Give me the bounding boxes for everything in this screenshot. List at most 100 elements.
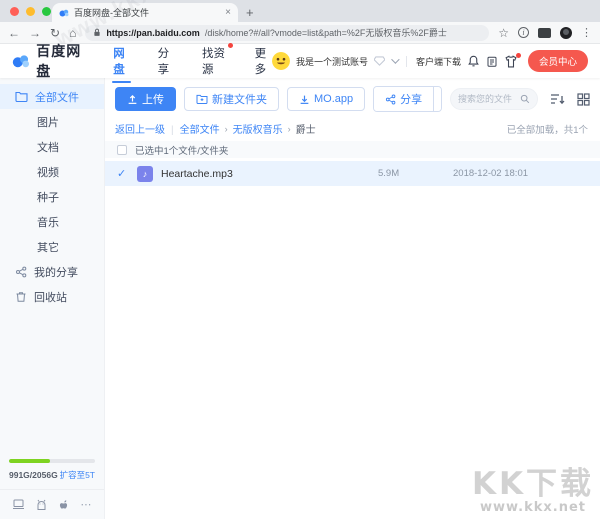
sidebar-item-label: 全部文件 (35, 89, 79, 105)
load-status: 已全部加载，共1个 (507, 122, 588, 136)
breadcrumb-current: 爵士 (296, 121, 316, 136)
nav-tab-share[interactable]: 分享 (157, 36, 175, 86)
breadcrumb-all-files[interactable]: 全部文件 (180, 121, 220, 136)
zoom-window-button[interactable] (42, 7, 51, 16)
folder-icon (15, 91, 28, 102)
storage-usage-label: 991G/2056G (9, 470, 58, 480)
sidebar-item-torrents[interactable]: 种子 (0, 184, 104, 209)
app-header: 百度网盘 网盘 分享 找资源 更多 我是一个测试账号 客户端下载 (0, 44, 600, 78)
emoji-avatar-icon (272, 52, 290, 70)
download-icon (299, 94, 310, 105)
sidebar-item-documents[interactable]: 文档 (0, 134, 104, 159)
share-button[interactable]: 分享 (374, 87, 433, 111)
notification-dot (516, 53, 521, 58)
breadcrumb-separator: › (225, 124, 228, 134)
search-icon[interactable] (520, 94, 530, 104)
forward-icon[interactable]: → (29, 27, 41, 39)
sidebar-item-my-shares[interactable]: 我的分享 (0, 259, 104, 284)
close-window-button[interactable] (10, 7, 19, 16)
nav-tab-more[interactable]: 更多 (254, 36, 272, 86)
main-nav: 网盘 分享 找资源 更多 (112, 36, 272, 86)
extension-icon[interactable] (538, 28, 551, 38)
breadcrumb: 返回上一级 全部文件 › 无版权音乐 › 爵士 已全部加载，共1个 (105, 118, 600, 141)
back-up-level-link[interactable]: 返回上一级 (115, 121, 180, 136)
browser-menu-icon[interactable]: ⋮ (581, 26, 592, 39)
trash-icon (15, 291, 27, 303)
activity-shirt-icon[interactable] (504, 55, 518, 68)
user-avatar[interactable] (272, 52, 290, 70)
share-icon (15, 266, 27, 278)
file-row[interactable]: Heartache.mp3 5.9M 2018-12-02 18:01 (105, 161, 600, 186)
sidebar-item-pictures[interactable]: 图片 (0, 109, 104, 134)
selection-bar: 已选中1个文件/文件夹 (105, 141, 600, 158)
search-box (450, 88, 538, 110)
breadcrumb-folder[interactable]: 无版权音乐 (233, 121, 283, 136)
bookmark-star-icon[interactable]: ☆ (498, 26, 509, 40)
bell-icon[interactable] (467, 55, 480, 68)
vip-level-icon (374, 56, 385, 66)
sidebar-item-all-files[interactable]: 全部文件 (0, 84, 104, 109)
storage-progress-bar (9, 459, 95, 463)
sidebar-item-music[interactable]: 音乐 (0, 209, 104, 234)
file-size: 5.9M (378, 168, 453, 179)
tab-favicon (59, 8, 69, 18)
browser-actions: ☆ i ⋮ (498, 26, 592, 40)
share-icon (385, 94, 396, 105)
profile-icon[interactable] (560, 27, 572, 39)
home-icon[interactable]: ⌂ (69, 27, 76, 39)
search-input[interactable] (458, 94, 516, 104)
back-icon[interactable]: ← (8, 27, 20, 39)
header-right: 我是一个测试账号 客户端下载 会员中心 (272, 50, 588, 72)
select-all-checkbox[interactable] (117, 145, 127, 155)
nav-tab-find-resources[interactable]: 找资源 (201, 36, 228, 86)
baidu-netdisk-logo[interactable]: 百度网盘 (12, 41, 86, 81)
browser-tab[interactable]: 百度网盘-全部文件 × (52, 3, 238, 22)
sidebar-item-label: 我的分享 (34, 264, 78, 280)
site-watermark: KK下载 www.kkx.net (472, 469, 594, 515)
file-checkbox-checked[interactable] (117, 169, 127, 179)
share-button-label: 分享 (400, 91, 422, 107)
mo-app-button-label: MO.app (314, 93, 353, 105)
sidebar-item-videos[interactable]: 视频 (0, 159, 104, 184)
storage-upgrade-link[interactable]: 扩容至5T (60, 469, 95, 481)
audio-file-icon (137, 166, 153, 182)
new-folder-icon (196, 94, 208, 104)
file-content-area: 上传 新建文件夹 MO.app (105, 78, 600, 519)
share-more-group: 分享 更多 (373, 86, 442, 112)
more-button[interactable]: 更多 (433, 87, 442, 111)
file-modified-date: 2018-12-02 18:01 (453, 168, 588, 179)
minimize-window-button[interactable] (26, 7, 35, 16)
apple-client-icon[interactable] (58, 499, 69, 511)
selection-count-text: 已选中1个文件/文件夹 (135, 143, 228, 157)
desktop-client-icon[interactable] (12, 499, 25, 510)
client-platforms-bar: ⋯ (0, 489, 104, 519)
storage-panel: 991G/2056G 扩容至5T (0, 459, 104, 489)
task-list-icon[interactable] (486, 55, 498, 68)
new-folder-button[interactable]: 新建文件夹 (184, 87, 279, 111)
watermark-title: KK下载 (472, 469, 594, 500)
chevron-down-icon[interactable] (391, 55, 399, 63)
sidebar-item-other[interactable]: 其它 (0, 234, 104, 259)
info-icon[interactable]: i (518, 27, 529, 38)
grid-view-icon[interactable] (577, 93, 590, 106)
mo-app-button[interactable]: MO.app (287, 87, 365, 111)
vip-center-button[interactable]: 会员中心 (528, 50, 588, 72)
close-tab-icon[interactable]: × (225, 8, 231, 18)
upload-button[interactable]: 上传 (115, 87, 176, 111)
client-download-link[interactable]: 客户端下载 (416, 55, 461, 68)
reload-icon[interactable]: ↻ (50, 27, 60, 39)
more-clients-icon[interactable]: ⋯ (80, 498, 92, 511)
new-tab-button[interactable]: + (246, 6, 254, 19)
sort-list-icon[interactable] (550, 93, 565, 105)
nav-tab-find-resources-label: 找资源 (202, 48, 225, 76)
android-client-icon[interactable] (36, 499, 47, 511)
tab-title: 百度网盘-全部文件 (74, 6, 220, 19)
browser-url-bar: ← → ↻ ⌂ https://pan.baidu.com/disk/home?… (0, 22, 600, 44)
lock-icon (93, 28, 101, 37)
username[interactable]: 我是一个测试账号 (296, 55, 368, 68)
nav-tab-netdisk[interactable]: 网盘 (112, 36, 130, 86)
watermark-site: www.kkx.net (472, 500, 594, 515)
sidebar-item-recycle-bin[interactable]: 回收站 (0, 284, 104, 309)
upload-icon (127, 94, 138, 105)
file-name[interactable]: Heartache.mp3 (161, 168, 378, 180)
